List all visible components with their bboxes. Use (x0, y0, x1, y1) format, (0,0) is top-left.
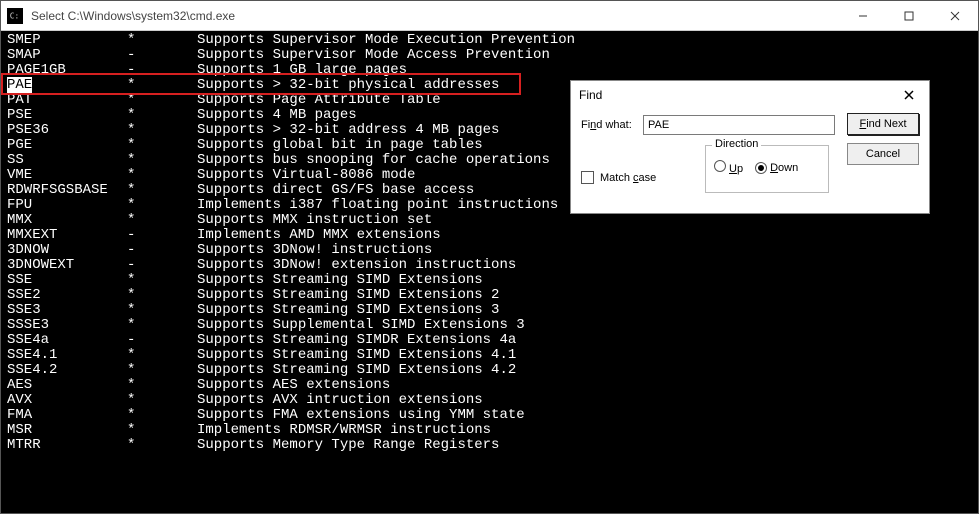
find-close-button[interactable] (897, 85, 921, 105)
find-body: Find what: Find Next Cancel Match case D… (571, 109, 929, 213)
terminal-row: SMEP*Supports Supervisor Mode Execution … (7, 33, 972, 48)
terminal-row: FMA*Supports FMA extensions using YMM st… (7, 408, 972, 423)
terminal-row: PAGE1GB-Supports 1 GB large pages (7, 63, 972, 78)
terminal-row: SSE4.1*Supports Streaming SIMD Extension… (7, 348, 972, 363)
maximize-button[interactable] (886, 1, 932, 30)
cmd-icon: C: (7, 8, 23, 24)
find-next-button[interactable]: Find Next (847, 113, 919, 135)
direction-legend: Direction (712, 138, 761, 150)
terminal-row: MMX*Supports MMX instruction set (7, 213, 972, 228)
terminal-row: SMAP-Supports Supervisor Mode Access Pre… (7, 48, 972, 63)
terminal-row: SSE4a-Supports Streaming SIMDR Extension… (7, 333, 972, 348)
terminal-row: SSE3*Supports Streaming SIMD Extensions … (7, 303, 972, 318)
terminal-row: SSE4.2*Supports Streaming SIMD Extension… (7, 363, 972, 378)
down-radio[interactable] (755, 162, 767, 174)
terminal-row: 3DNOW-Supports 3DNow! instructions (7, 243, 972, 258)
cancel-button[interactable]: Cancel (847, 143, 919, 165)
terminal-row: SSE*Supports Streaming SIMD Extensions (7, 273, 972, 288)
terminal-row: MMXEXT-Implements AMD MMX extensions (7, 228, 972, 243)
titlebar[interactable]: C: Select C:\Windows\system32\cmd.exe (1, 1, 978, 31)
cmd-window: C: Select C:\Windows\system32\cmd.exe SM… (0, 0, 979, 514)
find-input[interactable] (643, 115, 835, 135)
terminal-row: SSE2*Supports Streaming SIMD Extensions … (7, 288, 972, 303)
up-radio[interactable] (714, 160, 726, 172)
terminal-row: MTRR*Supports Memory Type Range Register… (7, 438, 972, 453)
match-case-option[interactable]: Match case (581, 171, 656, 184)
find-dialog: Find Find what: Find Next Cancel Match c… (570, 80, 930, 214)
find-title-text: Find (579, 88, 897, 102)
svg-text:C:: C: (10, 11, 19, 20)
terminal-row: SSSE3*Supports Supplemental SIMD Extensi… (7, 318, 972, 333)
close-button[interactable] (932, 1, 978, 30)
terminal-row: AES*Supports AES extensions (7, 378, 972, 393)
terminal-row: 3DNOWEXT-Supports 3DNow! extension instr… (7, 258, 972, 273)
direction-up-option[interactable]: Up (714, 160, 743, 175)
window-title: Select C:\Windows\system32\cmd.exe (29, 9, 840, 23)
minimize-button[interactable] (840, 1, 886, 30)
match-case-checkbox[interactable] (581, 171, 594, 184)
find-titlebar[interactable]: Find (571, 81, 929, 109)
terminal-row: AVX*Supports AVX intruction extensions (7, 393, 972, 408)
terminal-row: MSR*Implements RDMSR/WRMSR instructions (7, 423, 972, 438)
find-what-label: Find what: (581, 119, 632, 131)
window-controls (840, 1, 978, 30)
direction-down-option[interactable]: Down (755, 162, 798, 174)
match-case-label: Match case (600, 172, 656, 184)
direction-group: Direction Up Down (705, 145, 829, 193)
